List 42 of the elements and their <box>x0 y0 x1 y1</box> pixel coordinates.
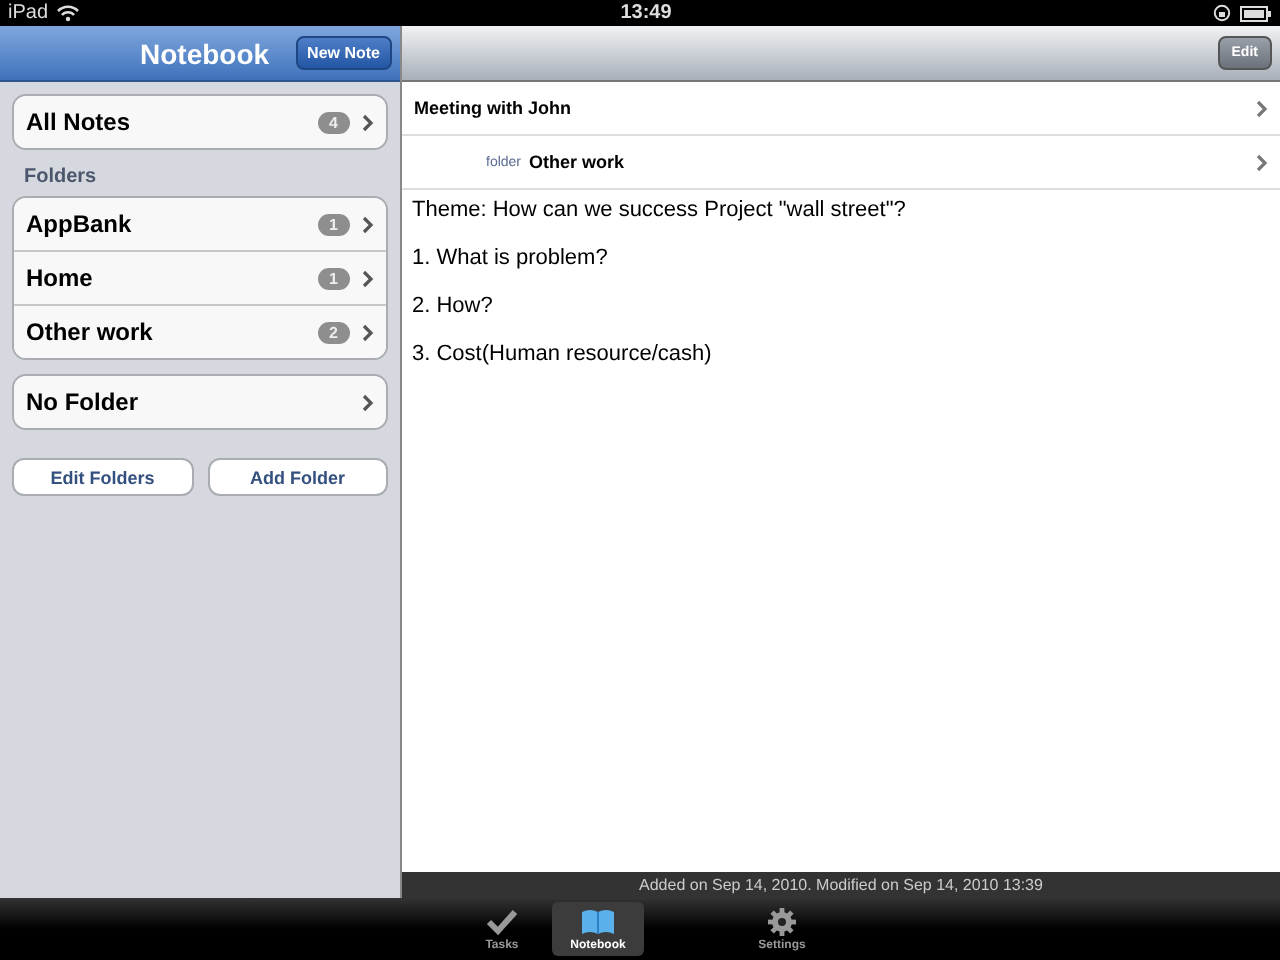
timestamp-text: Added on Sep 14, 2010. Modified on Sep 14, 2010 13:39 <box>639 876 1043 894</box>
settings-icon <box>768 907 796 935</box>
battery-icon <box>1240 5 1272 21</box>
all-notes-item[interactable]: All Notes 4 <box>14 96 386 148</box>
item-label: No Folder <box>26 388 140 416</box>
count-badge: 4 <box>317 111 350 133</box>
note-title-row[interactable]: Meeting with John <box>402 82 1280 136</box>
section-heading: Folders <box>22 164 99 192</box>
chevron-icon <box>1256 153 1268 171</box>
folder-action-button[interactable]: Add Folder <box>207 458 388 496</box>
count-badge: 1 <box>317 213 350 235</box>
device-name: iPad <box>8 2 49 24</box>
chevron-icon <box>362 393 374 411</box>
book-icon <box>582 907 614 935</box>
chevron-icon <box>362 323 374 341</box>
item-label: Home <box>26 264 95 292</box>
chevron-icon <box>362 113 374 131</box>
chevron-icon <box>362 269 374 287</box>
note-text-line: 3. Cost(Human resource/cash) <box>412 342 714 366</box>
wifi-icon <box>56 4 81 22</box>
folder-item[interactable]: AppBank 1 <box>14 198 386 250</box>
folder-name: Other work <box>529 152 627 172</box>
chevron-icon <box>362 215 374 233</box>
chevron-icon <box>1256 99 1268 117</box>
new-note-button[interactable]: New Note <box>295 36 392 70</box>
note-text-line: Theme: How can we success Project "wall street"? <box>412 198 908 222</box>
checkmark-icon <box>486 907 518 935</box>
item-label: Other work <box>26 318 155 346</box>
no-folder-item[interactable]: No Folder <box>14 376 386 428</box>
rotation-lock-icon <box>1212 4 1232 22</box>
count-badge: 1 <box>317 267 350 289</box>
note-text-line: 1. What is problem? <box>412 246 610 270</box>
sidebar-title: Notebook <box>140 37 270 69</box>
folder-action-button[interactable]: Edit Folders <box>12 458 193 496</box>
note-text-line: 2. How? <box>412 294 495 318</box>
item-label: AppBank <box>26 210 134 238</box>
clock-time: 13:49 <box>618 2 674 24</box>
count-badge: 2 <box>317 321 350 343</box>
item-label: All Notes <box>26 108 133 136</box>
note-title: Meeting with John <box>414 98 573 118</box>
folder-item[interactable]: Home 1 <box>14 250 386 304</box>
folder-item[interactable]: Other work 2 <box>14 304 386 358</box>
